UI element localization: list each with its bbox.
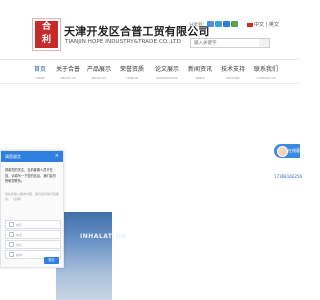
nav-sublabel: CONTACT US: [256, 76, 276, 80]
submit-button[interactable]: 提交: [44, 257, 59, 264]
share-weibo-icon[interactable]: [207, 21, 214, 27]
user-icon: [9, 222, 14, 227]
nav-label: 新闻资讯: [187, 66, 212, 73]
field-placeholder: 电话: [16, 232, 23, 237]
field-placeholder: 邮箱: [16, 252, 23, 257]
nav-item-contact[interactable]: 联系我们 CONTACT US: [250, 64, 282, 80]
nav-item-product[interactable]: 产品展示 PRODUCT: [83, 64, 115, 80]
customer-service-button[interactable]: 在线客服: [274, 144, 304, 158]
share-label: 分享到：: [189, 23, 207, 28]
nav-item-support[interactable]: 技术支持 SUPPORT: [217, 64, 249, 80]
share-qzone-icon[interactable]: [223, 21, 230, 27]
mail-icon: [9, 252, 14, 257]
nav-sublabel: ABOUT US: [60, 76, 76, 80]
search-input[interactable]: [191, 39, 256, 47]
nav-sublabel: DISSERTATION: [156, 76, 178, 80]
company-logo[interactable]: 合 利: [32, 18, 61, 51]
banner-photo: [56, 212, 112, 300]
phone-icon: [9, 232, 14, 237]
customer-service-label: 在线客服: [288, 148, 304, 153]
nav-sublabel: HONOR: [126, 76, 138, 80]
china-flag-icon: [247, 22, 253, 27]
nav-label: 荣誉资质: [119, 66, 144, 73]
share-wechat-icon[interactable]: [231, 21, 238, 27]
location-icon: [9, 242, 14, 247]
language-switch[interactable]: 中文 | 英文: [247, 21, 279, 28]
address-field[interactable]: 地址: [5, 240, 61, 249]
nav-label: 关于合普: [55, 66, 80, 73]
nav-label: 联系我们: [253, 66, 278, 73]
company-name-cn: 天津开发区合普工贸有限公司: [64, 25, 210, 38]
nav-label: 技术支持: [220, 66, 245, 73]
chat-title: 请您留言: [5, 154, 21, 159]
field-placeholder: 姓名: [16, 222, 23, 227]
leave-message-panel: 请您留言 × 感谢您的关注，当前客服人员不在线，请填写一下您的信息，我们会尽快和…: [0, 150, 64, 268]
chat-offline-message: 感谢您的关注，当前客服人员不在线，请填写一下您的信息，我们会尽快和您联系。: [5, 168, 56, 184]
language-label: 中文 | 英文: [254, 22, 279, 28]
message-textarea[interactable]: 请在此输入留言内容，我们会尽快与您联系。（必填）: [5, 192, 59, 203]
close-icon[interactable]: ×: [55, 153, 59, 159]
search-button[interactable]: [259, 39, 269, 47]
hotline-phone[interactable]: 17368166256: [274, 174, 302, 179]
chat-header: 请您留言 ×: [1, 151, 63, 162]
nav-label: 论文展示: [154, 66, 179, 73]
share-tencent-icon[interactable]: [215, 21, 222, 27]
nav-sublabel: NEWS: [195, 76, 205, 80]
company-name-en: TIANJIN HOPE INDUSTRY&TRADE CO.,LTD: [65, 39, 181, 45]
nav-item-dissertation[interactable]: 论文展示 DISSERTATION: [151, 64, 183, 80]
nav-sublabel: PRODUCT: [91, 76, 107, 80]
nav-top-divider: [0, 59, 300, 60]
agent-avatar-icon: [277, 146, 288, 157]
nav-item-news[interactable]: 新闻资讯 NEWS: [184, 64, 216, 80]
nav-item-about[interactable]: 关于合普 ABOUT US: [52, 64, 84, 80]
logo-seal: 合 利: [35, 21, 58, 48]
field-placeholder: 地址: [16, 242, 23, 247]
banner-photo-text: INHALATION: [80, 233, 127, 240]
nav-sublabel: SUPPORT: [226, 76, 240, 80]
search-box: [190, 38, 270, 48]
nav-bottom-divider: [0, 83, 300, 84]
phone-field[interactable]: 电话: [5, 230, 61, 239]
name-field[interactable]: 姓名: [5, 220, 61, 229]
nav-item-honor[interactable]: 荣誉资质 HONOR: [116, 64, 148, 80]
nav-label: 产品展示: [86, 66, 111, 73]
